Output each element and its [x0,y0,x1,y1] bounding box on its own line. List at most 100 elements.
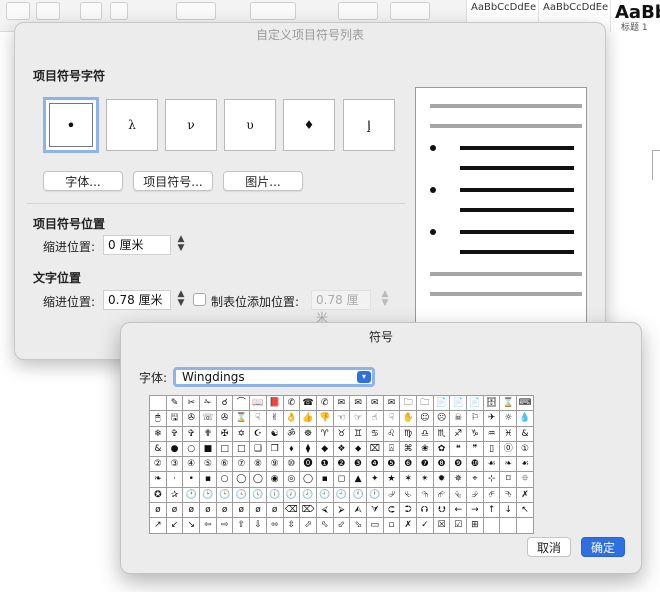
symbol-cell[interactable]: ❖ [333,441,351,458]
symbol-cell[interactable]: ø [250,503,267,519]
symbol-cell[interactable]: ⌨ [517,396,534,412]
symbol-cell[interactable]: ⮶ [483,487,501,504]
symbol-cell[interactable]: ✁ [200,396,217,412]
symbol-cell[interactable]: ⑦ [233,457,251,473]
symbol-cell[interactable]: ☒ [433,518,451,534]
bullet-option-6[interactable]: ٳ [343,99,395,151]
symbol-cell[interactable]: ☞ [350,411,367,427]
symbol-cell[interactable]: ◆ [316,441,334,458]
symbol-cell[interactable]: ☼ [500,411,518,427]
symbol-cell[interactable]: ⬀ [300,518,317,534]
symbol-cell[interactable]: ■ [200,441,217,458]
symbol-cell[interactable]: ○ [183,441,201,458]
symbol-cell[interactable]: ↙ [166,518,184,534]
symbol-cell[interactable] [483,518,501,534]
symbol-cell[interactable]: ▯ [483,441,501,458]
symbol-cell[interactable]: ◻ [333,472,351,488]
symbol-cell[interactable]: ⬃ [333,518,351,534]
symbol-cell[interactable]: ● [166,441,184,458]
symbol-cell[interactable]: ❄ [150,426,167,442]
symbol-cell[interactable]: 🕗 [300,487,317,504]
symbol-cell[interactable]: ☺ [417,411,434,427]
symbol-cell[interactable]: 🕐 [183,487,201,504]
symbol-cell[interactable]: ♉ [333,426,351,442]
text-indent-stepper[interactable]: ▲ ▼ [175,290,187,310]
symbol-cell[interactable]: ❿ [467,457,484,473]
symbol-cell[interactable]: ♍ [400,426,417,442]
symbol-cell[interactable]: ★ [383,472,401,488]
symbol-cell[interactable]: ⇳ [283,518,301,534]
symbol-cell[interactable]: 🕘 [316,487,334,504]
symbol-cell[interactable]: ← [450,503,468,519]
symbol-cell[interactable]: ø [183,503,201,519]
symbol-cell[interactable]: ❧ [150,472,167,488]
symbol-cell[interactable]: ❑ [250,441,267,458]
symbol-cell[interactable]: ☟ [383,411,401,427]
ribbon-font-aa[interactable] [36,2,60,20]
symbol-cell[interactable]: ☌ [216,396,234,412]
symbol-cell[interactable]: ③ [166,457,184,473]
symbol-cell[interactable]: ✵ [450,472,468,488]
symbol-cell[interactable]: ✶ [400,472,417,488]
symbol-cell[interactable]: ❽ [433,457,451,473]
symbol-cell[interactable]: ☝ [366,411,384,427]
symbol-cell[interactable]: ◉ [266,472,284,488]
symbol-cell[interactable]: ⑧ [250,457,267,473]
symbol-cell[interactable]: ▭ [366,518,384,534]
symbol-cell[interactable]: ✉ [350,396,367,412]
symbol-cell[interactable]: ♓ [500,426,518,442]
symbol-cell[interactable]: ❞ [467,441,484,458]
symbol-cell[interactable]: ○ [216,472,234,488]
symbol-cell[interactable]: ⇨ [216,518,234,534]
symbol-cell[interactable]: ⬥ [350,441,367,458]
symbol-cell[interactable]: ⇦ [200,518,217,534]
bullet-indent-stepper[interactable]: ▲ ▼ [175,235,187,255]
symbol-cell[interactable]: ✆ [283,396,301,412]
symbol-cell[interactable]: & [150,441,167,458]
sort-icon[interactable] [390,2,430,20]
symbol-cell[interactable]: ☯ [266,426,284,442]
symbol-cell[interactable]: ♎ [417,426,434,442]
symbol-cell[interactable]: ❷ [333,457,351,473]
symbol-cell[interactable]: ⧫ [300,441,317,458]
symbol-cell[interactable]: ① [517,441,534,458]
symbol-cell[interactable]: ⌧ [366,441,384,458]
style-heading-1[interactable]: AaBbC 标题 1 [611,0,660,32]
ok-button[interactable]: 确定 [581,537,625,557]
symbol-cell[interactable]: ⮰ [383,487,401,504]
symbol-cell[interactable]: ⬁ [316,518,334,534]
symbol-cell[interactable]: ◯ [300,472,317,488]
symbol-cell[interactable]: 👍 [300,411,317,427]
symbol-cell[interactable]: ❼ [417,457,434,473]
symbol-cell[interactable]: ✇ [183,411,201,427]
symbol-cell[interactable]: ø [266,503,284,519]
symbol-cell[interactable]: 🕑 [200,487,217,504]
symbol-cell[interactable]: 👌 [283,411,301,427]
symbol-cell[interactable]: ◯ [233,472,251,488]
symbol-cell[interactable]: ▪ [200,472,217,488]
symbol-cell[interactable]: ✎ [166,396,184,412]
symbol-cell[interactable]: ☠ [450,411,468,427]
symbol-cell[interactable]: ø [166,503,184,519]
symbol-cell[interactable]: ✌ [266,411,284,427]
symbol-cell[interactable]: ⌫ [283,503,301,519]
symbol-cell[interactable]: ☹ [433,411,451,427]
symbol-cell[interactable]: ✦ [366,472,384,488]
symbol-cell[interactable]: ⮷ [500,487,518,504]
symbol-cell[interactable]: ⇧ [233,518,251,534]
symbol-cell[interactable]: ⑥ [216,457,234,473]
symbol-cell[interactable]: ↓ [500,503,518,519]
symbol-cell[interactable]: ⮋ [433,503,451,519]
font-button[interactable]: 字体... [43,171,123,191]
symbol-cell[interactable]: ⊞ [467,518,484,534]
symbol-cell[interactable]: ⮚ [333,503,351,519]
ribbon-font-size[interactable] [6,2,30,20]
symbol-cell[interactable]: ⑤ [200,457,217,473]
symbol-cell[interactable]: 📖 [250,396,267,412]
symbol-cell[interactable]: ☑ [450,518,468,534]
symbol-cell[interactable] [517,518,534,534]
symbol-cell[interactable]: ⯐ [517,472,534,488]
symbol-cell[interactable]: ⮙ [350,503,367,519]
symbol-cell[interactable]: ⌖ [467,472,484,488]
symbol-cell[interactable]: ø [200,503,217,519]
